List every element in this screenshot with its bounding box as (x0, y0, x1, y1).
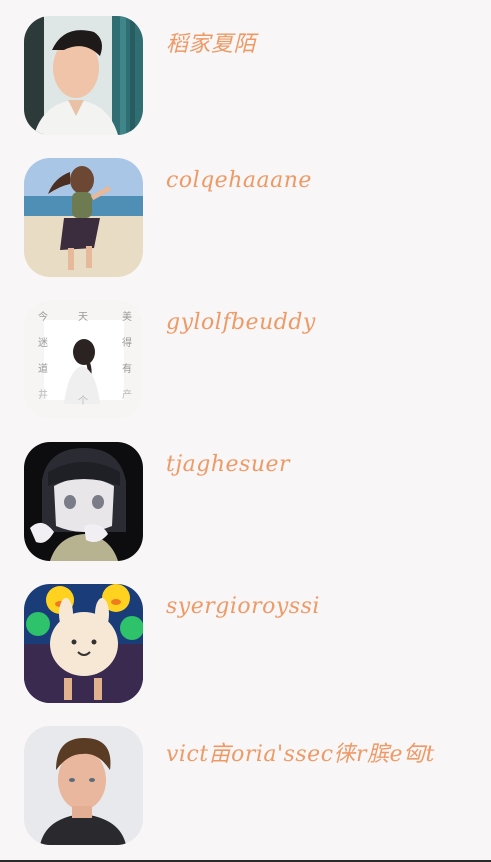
avatar-char: 道 (38, 362, 48, 375)
contact-row[interactable]: colqehaaane (0, 142, 491, 284)
avatar-anime-girl (24, 442, 143, 561)
contact-avatar[interactable] (24, 16, 143, 135)
contact-avatar[interactable] (24, 158, 143, 277)
contact-name[interactable]: colqehaaane (166, 168, 312, 193)
contact-name[interactable]: vict亩oria'ssec徕r膑e匈t (166, 736, 435, 768)
contact-row[interactable]: 今 天 美 迷 得 道 有 井 个 产 gylolfbeuddy (0, 284, 491, 426)
avatar-char: 有 (122, 362, 132, 375)
avatar-bear-balloon (24, 584, 143, 703)
contact-avatar[interactable] (24, 442, 143, 561)
contact-name[interactable]: 稻家夏陌 (166, 26, 256, 58)
contact-avatar[interactable]: 今 天 美 迷 得 道 有 井 个 产 (24, 300, 143, 419)
contact-name[interactable]: tjaghesuer (166, 452, 290, 477)
contact-name[interactable]: gylolfbeuddy (166, 310, 316, 335)
avatar-char: 产 (122, 388, 132, 401)
contact-avatar[interactable] (24, 584, 143, 703)
avatar-char: 个 (78, 395, 88, 407)
avatar-girl-text-poster: 今 天 美 迷 得 道 有 井 个 产 (24, 300, 143, 419)
avatar-char: 今 (38, 310, 48, 323)
avatar-char: 美 (122, 310, 132, 323)
contact-row[interactable]: 稻家夏陌 (0, 0, 491, 142)
avatar-char: 迷 (38, 337, 48, 349)
contact-avatar[interactable] (24, 726, 143, 845)
avatar-young-man (24, 726, 143, 845)
contact-row[interactable]: syergioroyssi (0, 568, 491, 710)
avatar-young-man-curtain (24, 16, 143, 135)
avatar-char: 天 (78, 312, 88, 323)
avatar-char: 井 (38, 388, 48, 401)
avatar-char: 得 (122, 337, 132, 349)
contact-row[interactable]: tjaghesuer (0, 426, 491, 568)
avatar-girl-beach (24, 158, 143, 277)
contact-name[interactable]: syergioroyssi (166, 594, 320, 619)
contact-row[interactable]: vict亩oria'ssec徕r膑e匈t (0, 710, 491, 852)
